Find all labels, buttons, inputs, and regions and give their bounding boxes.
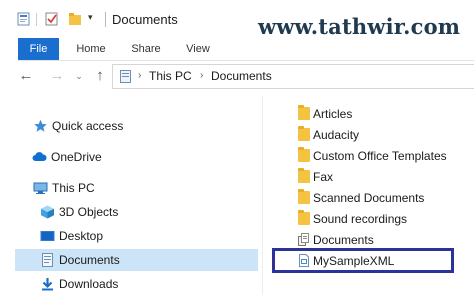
desktop-icon <box>40 231 55 241</box>
list-item-fax[interactable]: Fax <box>292 167 442 187</box>
file-label: Sound recordings <box>313 212 408 226</box>
nav-item-3d-objects[interactable]: 3D Objects <box>15 201 258 223</box>
properties-icon[interactable] <box>17 12 31 26</box>
folder-icon <box>298 126 310 141</box>
tab-file[interactable]: File <box>18 38 59 60</box>
pane-divider[interactable] <box>262 96 263 295</box>
ribbon-divider <box>18 60 474 61</box>
tab-view[interactable]: View <box>178 38 218 60</box>
download-icon <box>42 278 53 291</box>
up-arrow-icon[interactable]: ↑ <box>90 66 110 86</box>
breadcrumb-this-pc[interactable]: This PC <box>149 69 192 83</box>
tab-share[interactable]: Share <box>122 38 170 60</box>
checkmark-doc-icon[interactable] <box>45 12 59 26</box>
list-item-documents-library[interactable]: Documents <box>292 230 442 250</box>
document-icon <box>120 70 131 83</box>
nav-item-label: Documents <box>59 253 120 267</box>
nav-item-quick-access[interactable]: Quick access <box>15 115 258 137</box>
folder-icon <box>298 210 310 225</box>
file-label: Audacity <box>313 128 360 142</box>
file-label: Articles <box>313 107 353 121</box>
folder-icon <box>298 189 310 204</box>
file-label: Documents <box>313 233 374 247</box>
nav-item-label: OneDrive <box>51 150 102 164</box>
list-item-custom-office-templates[interactable]: Custom Office Templates <box>292 146 462 166</box>
list-item-scanned-documents[interactable]: Scanned Documents <box>292 188 442 208</box>
recent-dropdown-icon[interactable]: ⌄ <box>69 66 89 86</box>
document-icon <box>42 253 53 267</box>
nav-item-documents[interactable]: Documents <box>15 249 258 271</box>
nav-item-label: Quick access <box>52 119 124 133</box>
title-bar: ▾ Documents www.tathwir.com <box>0 0 474 39</box>
nav-item-downloads[interactable]: Downloads <box>15 273 258 295</box>
address-bar[interactable]: › This PC › Documents <box>112 64 474 89</box>
nav-item-label: Downloads <box>59 277 119 291</box>
breadcrumb-documents[interactable]: Documents <box>211 69 272 83</box>
nav-item-label: 3D Objects <box>59 205 119 219</box>
list-item-audacity[interactable]: Audacity <box>292 125 442 145</box>
window-title: Documents <box>112 12 178 27</box>
highlight-box <box>272 248 454 273</box>
qa-separator <box>36 13 37 26</box>
watermark: www.tathwir.com <box>258 14 461 39</box>
file-label: Fax <box>313 170 334 184</box>
forward-arrow-icon[interactable]: → <box>47 66 67 86</box>
cloud-icon <box>32 152 47 161</box>
cube-icon <box>41 205 54 219</box>
breadcrumb-chevron-icon[interactable]: › <box>200 70 203 81</box>
folder-icon <box>298 105 310 120</box>
computer-icon <box>33 182 48 194</box>
tab-home[interactable]: Home <box>67 38 115 60</box>
nav-item-this-pc[interactable]: This PC <box>15 177 258 199</box>
library-icon <box>298 233 309 246</box>
nav-item-label: Desktop <box>59 229 104 243</box>
breadcrumb-chevron-icon[interactable]: › <box>138 70 141 81</box>
nav-item-desktop[interactable]: Desktop <box>15 225 258 247</box>
list-item-articles[interactable]: Articles <box>292 104 442 124</box>
nav-item-onedrive[interactable]: OneDrive <box>15 146 258 168</box>
folder-icon <box>298 147 310 162</box>
nav-item-label: This PC <box>52 181 95 195</box>
folder-icon <box>298 168 310 183</box>
file-label: Scanned Documents <box>313 191 425 205</box>
new-folder-icon[interactable] <box>68 12 82 26</box>
file-label: Custom Office Templates <box>313 149 447 163</box>
star-icon <box>34 119 47 132</box>
list-item-sound-recordings[interactable]: Sound recordings <box>292 209 442 229</box>
title-separator <box>105 12 106 27</box>
qa-dropdown-icon[interactable]: ▾ <box>88 12 93 23</box>
ribbon-tabs: File Home Share View <box>0 38 474 60</box>
back-arrow-icon[interactable]: ← <box>16 66 36 86</box>
